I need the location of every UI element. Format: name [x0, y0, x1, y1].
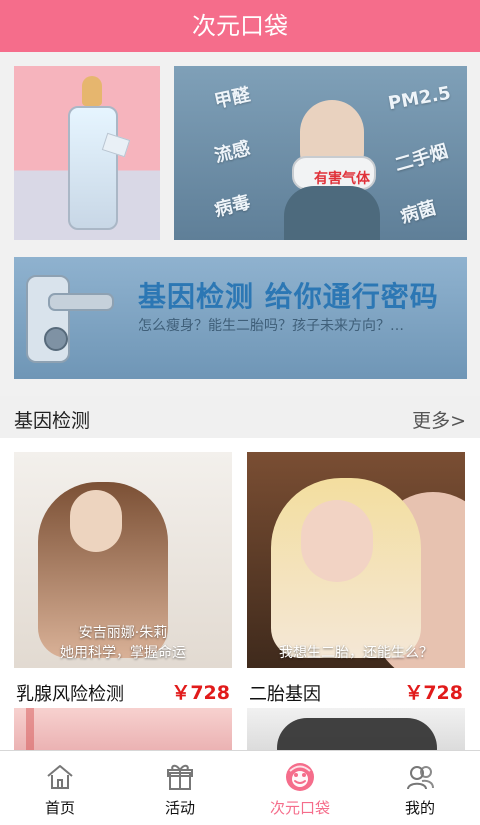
tab-profile[interactable]: 我的: [360, 751, 480, 825]
top-app-bar: 次元口袋: [0, 0, 480, 52]
tab-home[interactable]: 首页: [0, 751, 120, 825]
product-title: 乳腺风险检测: [16, 684, 124, 705]
banner-word: PM2.5: [386, 82, 453, 115]
next-product-photo[interactable]: [247, 708, 465, 750]
product-photo[interactable]: 安吉丽娜·朱莉 她用科学，掌握命运: [14, 452, 232, 668]
gift-icon: [164, 761, 196, 793]
product-price: ￥728: [171, 682, 230, 704]
users-icon: [404, 761, 436, 793]
door-lock-image: [26, 275, 118, 363]
banner-word: 甲醛: [212, 84, 253, 113]
next-product-photo[interactable]: [14, 708, 232, 750]
banner-word: 病菌: [398, 197, 439, 228]
tab-pocket[interactable]: 次元口袋: [240, 751, 360, 825]
banner-word: 流感: [212, 137, 253, 167]
banner-area: 甲醛 流感 病毒 PM2.5 二手烟 病菌 有害气体 基因检测 给你通行密码 怎…: [0, 52, 480, 396]
tab-label: 我的: [404, 799, 435, 817]
product-photo[interactable]: 我想生二胎，还能生么？: [247, 452, 465, 668]
air-quality-banner[interactable]: 甲醛 流感 病毒 PM2.5 二手烟 病菌 有害气体: [174, 66, 467, 240]
child-in-mask-image: 有害气体: [284, 100, 380, 240]
product-title: 二胎基因: [249, 684, 321, 705]
mask-text: 有害气体: [314, 171, 370, 187]
tab-label: 次元口袋: [269, 799, 330, 817]
product-caption: 安吉丽娜·朱莉 她用科学，掌握命运: [60, 625, 186, 661]
bottom-tab-bar: 首页 活动 次元口袋 我的: [0, 750, 480, 825]
gene-banner-title: 基因检测 给你通行密码: [138, 280, 439, 313]
home-icon: [44, 761, 76, 793]
tab-label: 活动: [164, 799, 195, 817]
gene-test-banner[interactable]: 基因检测 给你通行密码 怎么瘦身？能生二胎吗？孩子未来方向？…: [14, 257, 467, 379]
tab-label: 首页: [44, 799, 75, 817]
gene-banner-subtitle: 怎么瘦身？能生二胎吗？孩子未来方向？…: [138, 318, 404, 334]
section-title: 基因检测: [14, 410, 91, 432]
baby-bottle-image: [68, 76, 118, 230]
tab-activity[interactable]: 活动: [120, 751, 240, 825]
banner-word: 病毒: [212, 191, 253, 221]
baby-bottle-banner[interactable]: [14, 66, 160, 240]
section-header: 基因检测 更多>: [0, 396, 480, 438]
product-caption: 我想生二胎，还能生么？: [279, 645, 433, 661]
more-link[interactable]: 更多>: [412, 406, 466, 433]
product-grid: 安吉丽娜·朱莉 她用科学，掌握命运 乳腺风险检测 ￥728 我想生二胎，还能生么…: [0, 438, 480, 750]
page-title: 次元口袋: [192, 12, 288, 40]
pocket-icon: [284, 761, 316, 793]
banner-word: 二手烟: [392, 140, 451, 176]
product-price: ￥728: [404, 682, 463, 704]
